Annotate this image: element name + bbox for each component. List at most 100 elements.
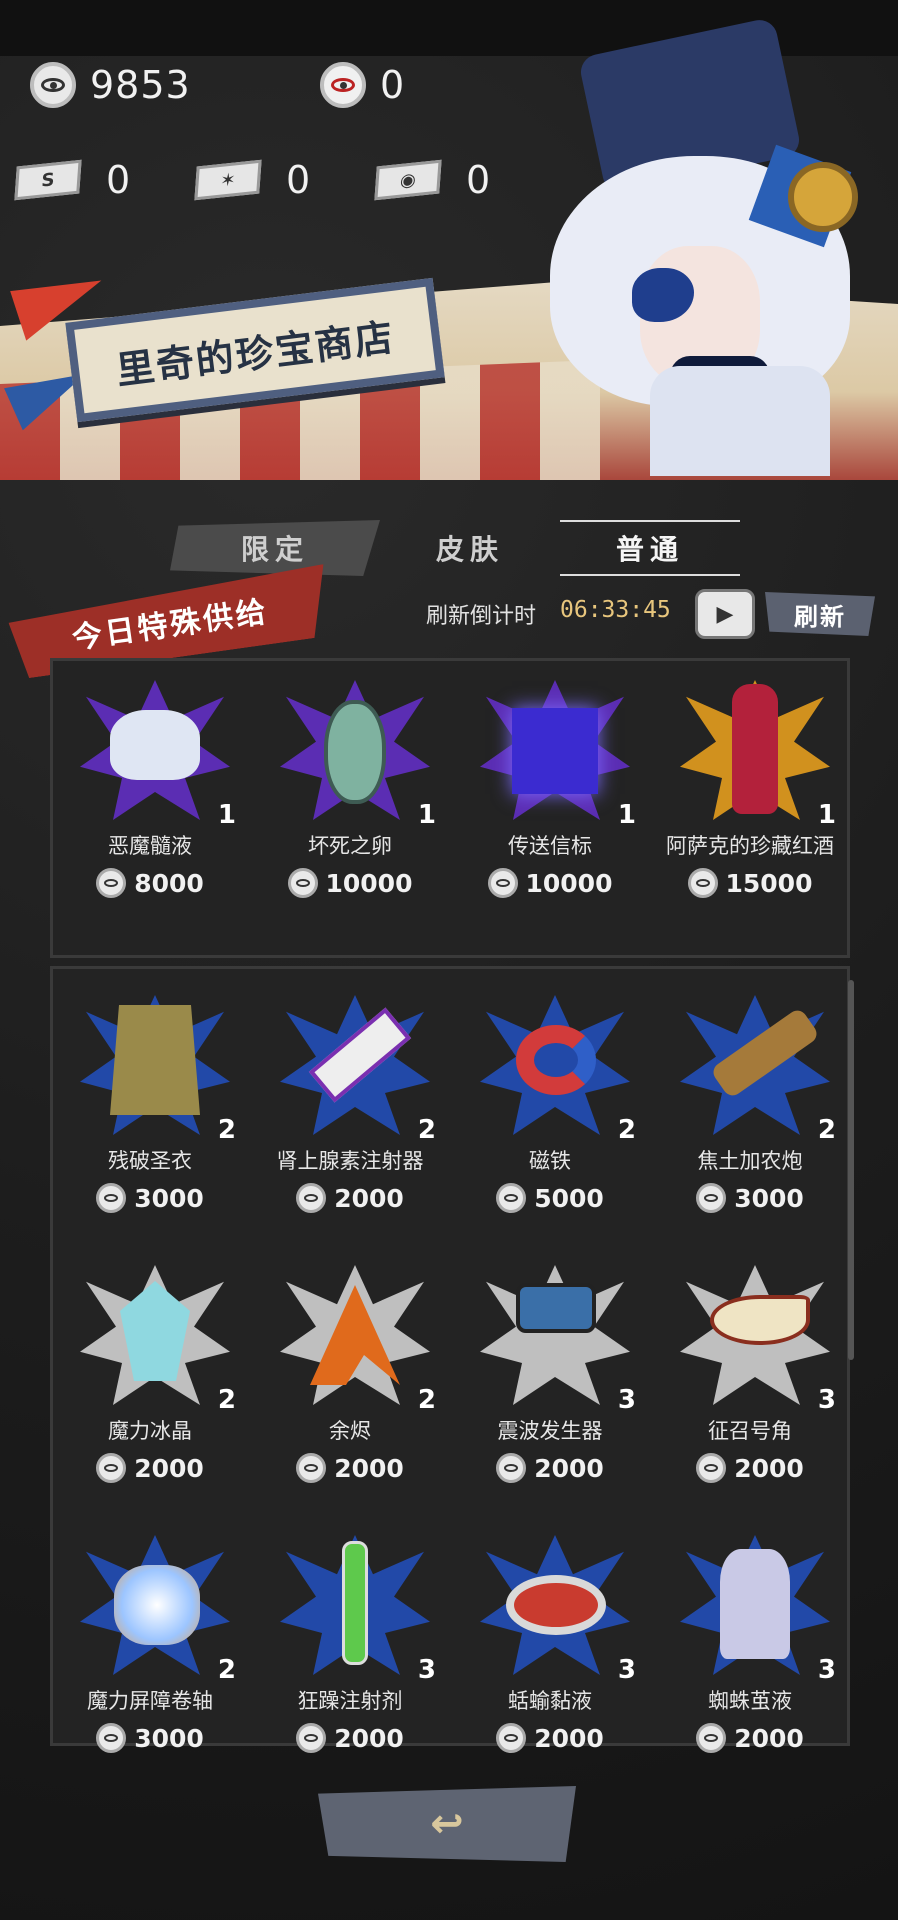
item-name: 恶魔髓液 xyxy=(108,834,192,858)
shop-title: 里奇的珍宝商店 xyxy=(113,314,398,393)
coin-icon xyxy=(96,1453,127,1483)
item-price: 10000 xyxy=(250,868,450,898)
film-camera-icon: ▶ xyxy=(695,589,755,639)
back-arrow-icon: ↩ xyxy=(430,1801,464,1847)
egg-icon xyxy=(324,700,386,804)
shop-item-azak-wine[interactable]: 1 阿萨克的珍藏红酒 15000 xyxy=(650,670,850,910)
tab-limited[interactable]: 限定 xyxy=(170,520,380,576)
refresh-label: 刷新 xyxy=(765,592,875,636)
item-name: 震波发生器 xyxy=(497,1419,603,1443)
coin-icon xyxy=(496,1183,527,1213)
coin-amount: 9853 xyxy=(90,63,191,107)
item-price: 2000 xyxy=(50,1453,250,1483)
item-quantity: 2 xyxy=(417,1385,436,1415)
horn-icon xyxy=(710,1295,810,1345)
item-quantity: 1 xyxy=(417,800,436,830)
item-price: 15000 xyxy=(650,868,850,898)
item-quantity: 3 xyxy=(817,1655,836,1685)
coin-icon xyxy=(696,1183,727,1213)
tab-normal[interactable]: 普通 xyxy=(560,520,740,576)
item-quantity: 2 xyxy=(417,1115,436,1145)
item-quantity: 3 xyxy=(817,1385,836,1415)
shop-item-summoning-horn[interactable]: 3 征召号角 2000 xyxy=(650,1255,850,1495)
vial-icon xyxy=(342,1541,368,1665)
cube-icon xyxy=(512,708,598,794)
countdown-timer: 06:33:45 xyxy=(560,597,671,623)
item-quantity: 2 xyxy=(217,1385,236,1415)
item-name: 蜘蛛茧液 xyxy=(708,1689,792,1713)
scroll-icon xyxy=(114,1565,200,1645)
item-quantity: 1 xyxy=(617,800,636,830)
eye-amount: 0 xyxy=(380,63,406,107)
coin-currency: 9853 xyxy=(30,62,191,108)
item-quantity: 3 xyxy=(617,1655,636,1685)
ticket2-amount: 0 xyxy=(286,158,311,202)
coin-icon xyxy=(296,1183,327,1213)
eye-ticket-icon: ◉ xyxy=(374,159,442,201)
ticket3-currency: ◉ 0 xyxy=(374,158,491,202)
coin-icon xyxy=(487,868,518,898)
coin-icon xyxy=(96,1723,127,1753)
generator-icon xyxy=(516,1283,596,1333)
item-price: 2000 xyxy=(450,1453,650,1483)
shop-item-adrenaline-syringe[interactable]: 2 肾上腺素注射器 2000 xyxy=(250,985,450,1225)
item-name: 魔力冰晶 xyxy=(108,1419,192,1443)
item-name: 征召号角 xyxy=(708,1419,792,1443)
shop-item-scorched-cannon[interactable]: 2 焦土加农炮 3000 xyxy=(650,985,850,1225)
shop-item-magnet[interactable]: 2 磁铁 5000 xyxy=(450,985,650,1225)
eye-currency: 0 xyxy=(320,62,405,108)
ticket1-amount: 0 xyxy=(106,158,131,202)
shop-item-tattered-robe[interactable]: 2 残破圣衣 3000 xyxy=(50,985,250,1225)
item-name: 蛞蝓黏液 xyxy=(508,1689,592,1713)
item-name: 肾上腺素注射器 xyxy=(276,1149,424,1173)
shop-item-necrotic-egg[interactable]: 1 坏死之卵 10000 xyxy=(250,670,450,910)
coin-icon xyxy=(287,868,318,898)
item-price: 3000 xyxy=(650,1183,850,1213)
countdown-label: 刷新倒计时 xyxy=(426,604,537,629)
item-name: 焦土加农炮 xyxy=(697,1149,803,1173)
magnet-icon xyxy=(516,1025,596,1095)
cocoon-icon xyxy=(720,1549,790,1659)
slime-dish-icon xyxy=(506,1575,606,1635)
item-name: 阿萨克的珍藏红酒 xyxy=(666,834,834,858)
ticket3-amount: 0 xyxy=(466,158,491,202)
shop-item-slug-slime[interactable]: 3 蛞蝓黏液 2000 xyxy=(450,1525,650,1765)
back-button[interactable]: ↩ xyxy=(318,1786,576,1862)
ticket2-currency: ✶ 0 xyxy=(194,158,311,202)
bone-marrow-icon xyxy=(110,710,200,780)
item-price: 2000 xyxy=(650,1723,850,1753)
item-price: 10000 xyxy=(450,868,650,898)
shop-item-mana-barrier-scroll[interactable]: 2 魔力屏障卷轴 3000 xyxy=(50,1525,250,1765)
coin-icon xyxy=(96,868,127,898)
item-price: 2000 xyxy=(250,1183,450,1213)
item-price: 2000 xyxy=(450,1723,650,1753)
coin-icon xyxy=(96,1183,127,1213)
coin-icon xyxy=(296,1723,327,1753)
item-name: 狂躁注射剂 xyxy=(297,1689,403,1713)
special-items-grid: 1 恶魔髓液 8000 1 坏死之卵 10000 1 传送信标 10000 1 … xyxy=(50,670,850,910)
shop-item-frenzy-injection[interactable]: 3 狂躁注射剂 2000 xyxy=(250,1525,450,1765)
refresh-button[interactable]: ▶ 刷新 xyxy=(695,586,885,642)
dress xyxy=(650,366,830,476)
shop-item-teleport-beacon[interactable]: 1 传送信标 10000 xyxy=(450,670,650,910)
item-quantity: 2 xyxy=(617,1115,636,1145)
robe-icon xyxy=(110,1005,200,1115)
shop-item-demon-marrow[interactable]: 1 恶魔髓液 8000 xyxy=(50,670,250,910)
wine-bottle-icon xyxy=(732,684,778,814)
spiral-ticket-icon: S xyxy=(14,159,82,201)
shop-item-mana-crystal[interactable]: 2 魔力冰晶 2000 xyxy=(50,1255,250,1495)
eye-token-icon xyxy=(320,62,366,108)
shopkeeper-character xyxy=(520,16,898,476)
shop-item-shockwave-generator[interactable]: 3 震波发生器 2000 xyxy=(450,1255,650,1495)
shop-item-spider-cocoon-fluid[interactable]: 3 蜘蛛茧液 2000 xyxy=(650,1525,850,1765)
item-price: 3000 xyxy=(50,1723,250,1753)
coin-icon xyxy=(296,1453,327,1483)
shop-item-ember[interactable]: 2 余烬 2000 xyxy=(250,1255,450,1495)
normal-items-grid: 2 残破圣衣 3000 2 肾上腺素注射器 2000 2 磁铁 5000 2 焦… xyxy=(50,985,850,1765)
item-name: 魔力屏障卷轴 xyxy=(87,1689,213,1713)
item-price: 2000 xyxy=(250,1453,450,1483)
item-quantity: 2 xyxy=(217,1115,236,1145)
item-name: 磁铁 xyxy=(529,1149,571,1173)
tab-skin[interactable]: 皮肤 xyxy=(400,520,540,576)
coin-icon xyxy=(687,868,718,898)
